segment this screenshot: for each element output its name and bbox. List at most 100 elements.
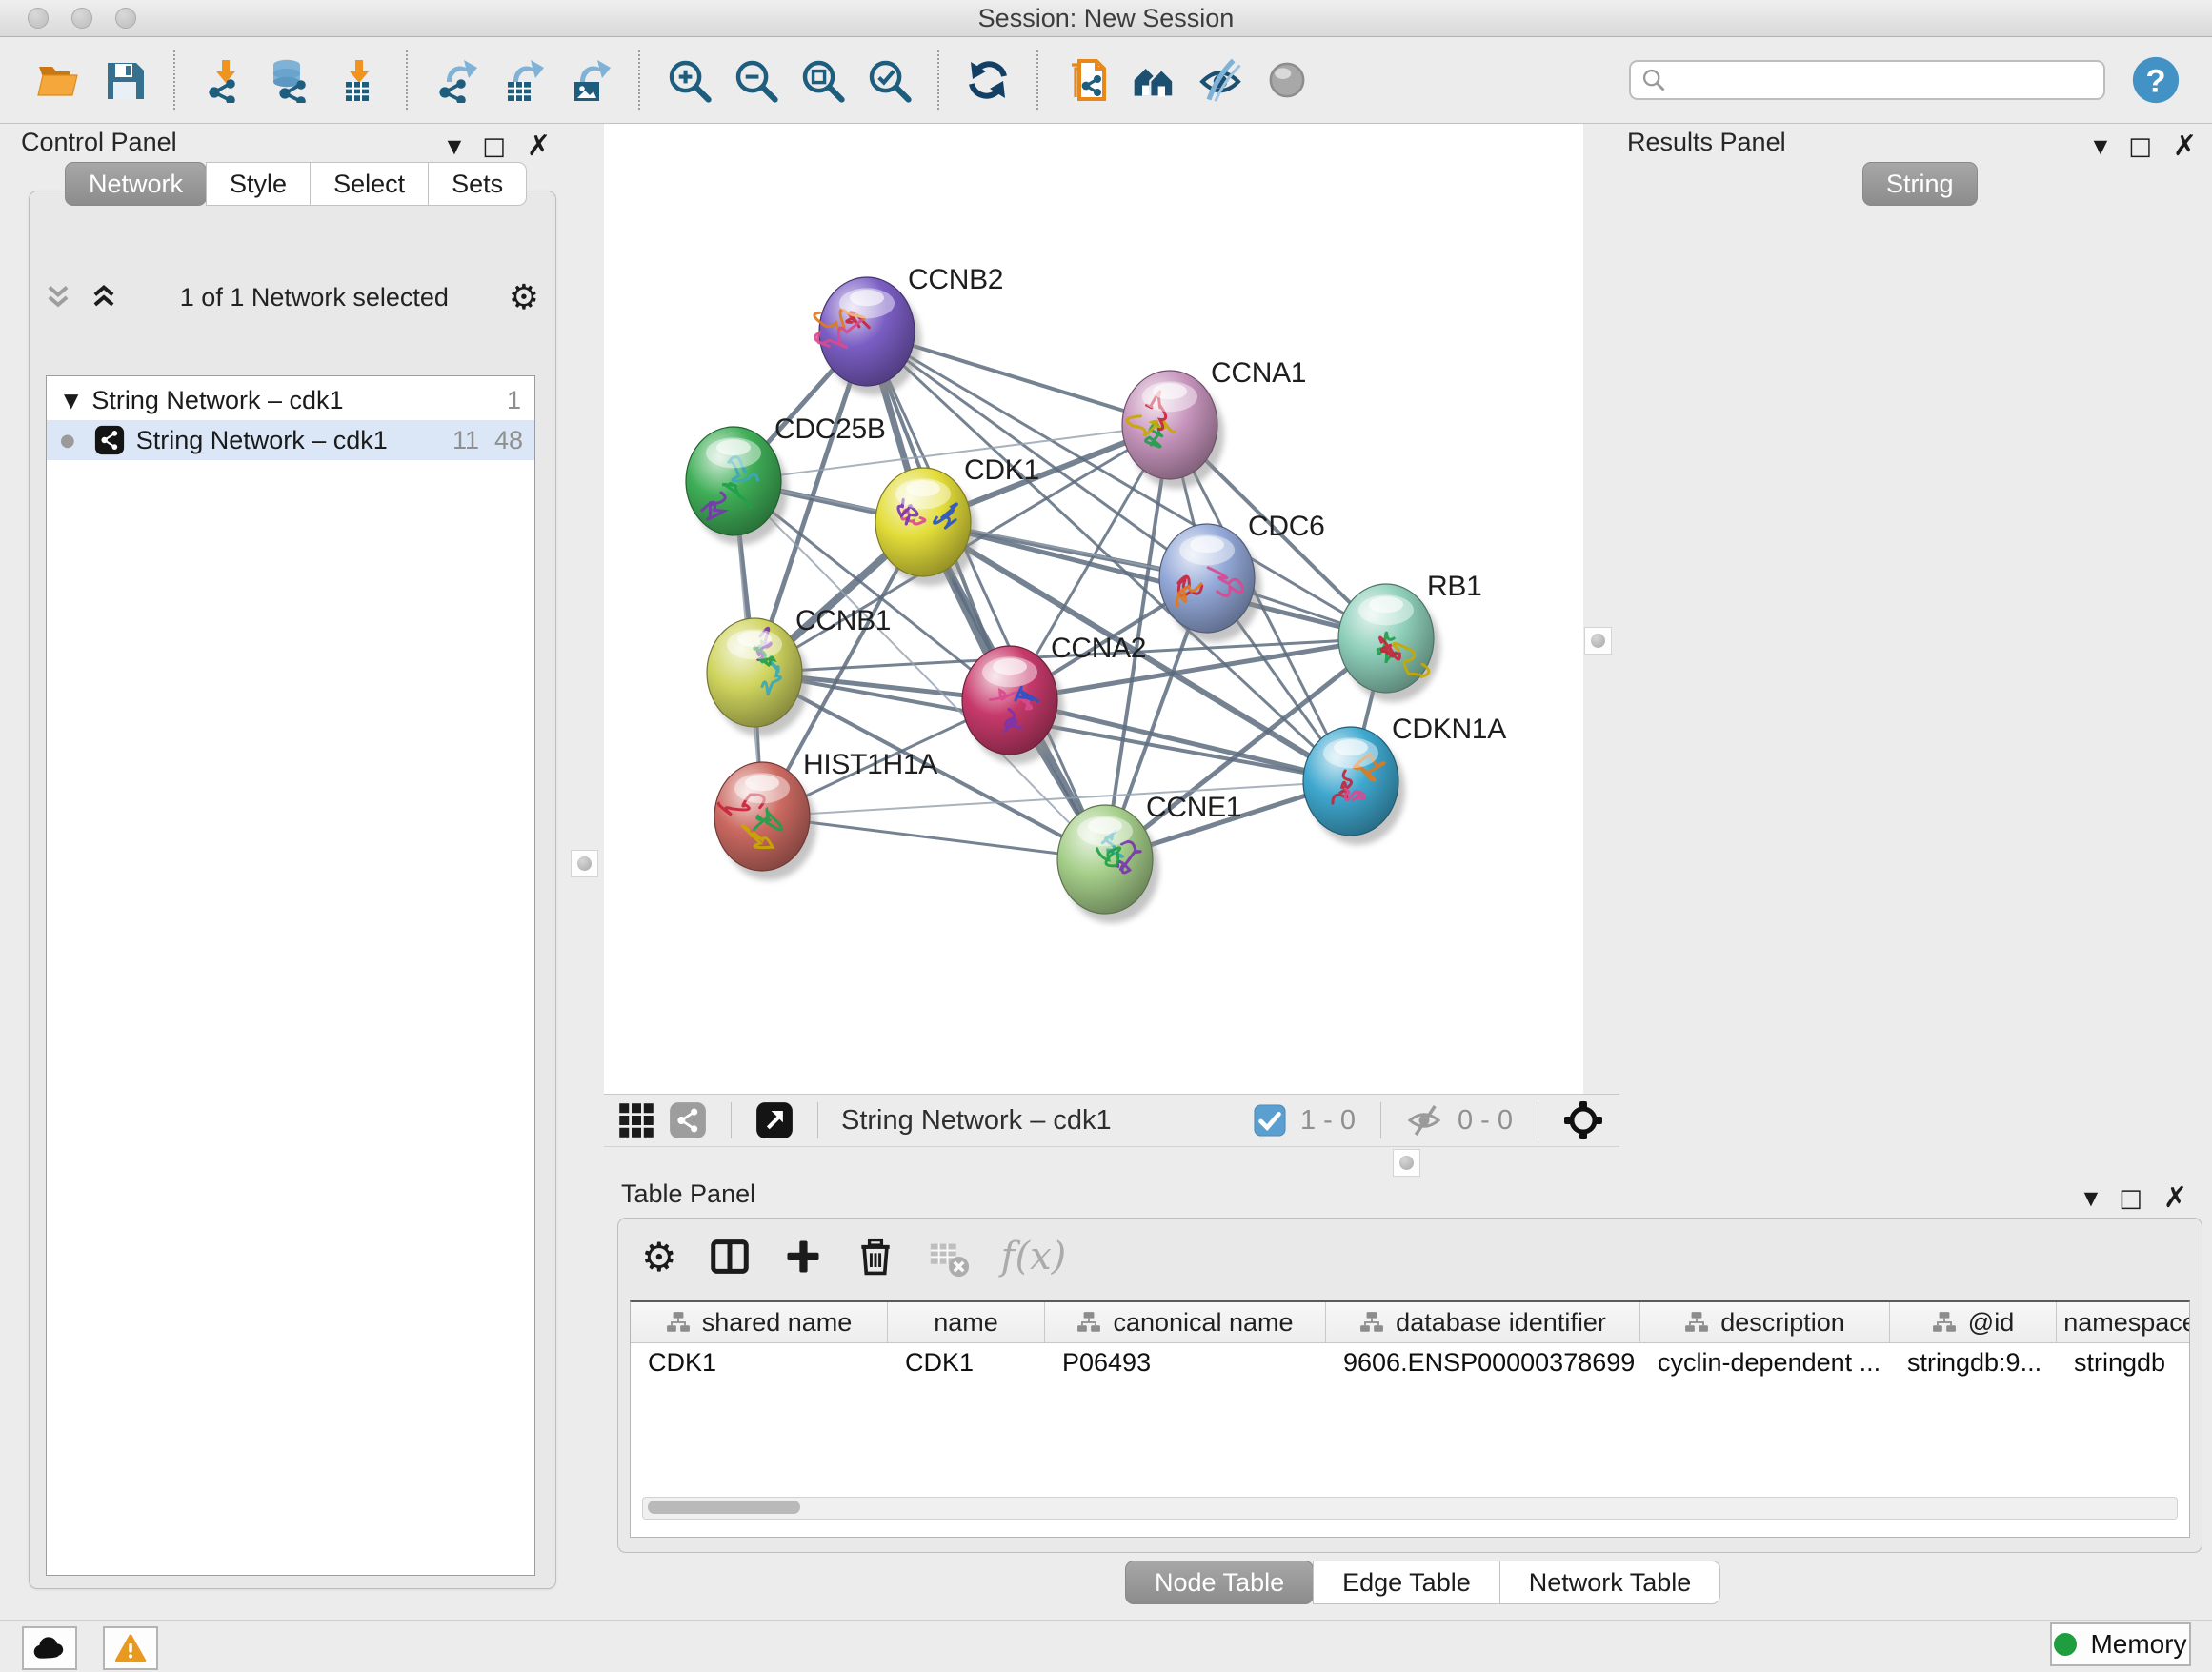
selected-checkbox-icon[interactable] <box>1254 1104 1286 1137</box>
table-panel-menu-icon[interactable]: ▼ <box>2084 1188 2099 1209</box>
export-table-button[interactable] <box>498 53 548 107</box>
tab-network-table[interactable]: Network Table <box>1499 1561 1721 1604</box>
control-panel: Control Panel ▼ □ ✗ NetworkStyleSelectSe… <box>10 124 564 1589</box>
refresh-icon <box>965 57 1011 103</box>
node-label-CDC25B: CDC25B <box>774 413 886 445</box>
node-RB1[interactable]: RB1 <box>1338 571 1481 702</box>
expand-all-icon[interactable] <box>88 281 120 313</box>
control-panel-float-icon[interactable]: □ <box>482 134 506 159</box>
network-collection-row[interactable]: ▼ String Network – cdk1 1 <box>47 380 534 420</box>
collapse-all-icon[interactable] <box>42 281 74 313</box>
hide-glass-pane-button[interactable] <box>1196 53 1245 107</box>
zoom-fit-button[interactable] <box>797 53 847 107</box>
tab-sets[interactable]: Sets <box>428 162 527 206</box>
table-cell[interactable]: stringdb <box>2057 1343 2190 1383</box>
help-button[interactable]: ? <box>2130 54 2182 106</box>
tab-network[interactable]: Network <box>65 162 207 206</box>
node-CDC6[interactable]: CDC6 <box>1159 511 1324 642</box>
column-header-database-identifier[interactable]: database identifier <box>1326 1302 1640 1342</box>
network-view-toolbar: String Network – cdk1 1 - 0 0 - 0 <box>604 1094 1619 1147</box>
string-home-button[interactable] <box>1129 53 1178 107</box>
import-network-from-file-button[interactable] <box>199 53 249 107</box>
export-image-button[interactable] <box>565 53 614 107</box>
zoom-in-button[interactable] <box>664 53 714 107</box>
tab-style[interactable]: Style <box>206 162 311 206</box>
network-row[interactable]: ● String Network – cdk1 11 48 <box>47 420 534 460</box>
right-splitter-toggle[interactable] <box>1584 627 1612 655</box>
show-columns-icon[interactable] <box>708 1235 752 1279</box>
node-CDKN1A[interactable]: CDKN1A <box>1303 714 1506 845</box>
current-network-bullet-icon: ● <box>60 431 75 451</box>
node-CDK1[interactable]: CDK1 <box>875 454 1039 586</box>
table-row[interactable]: CDK1CDK1P064939606.ENSP00000378699cyclin… <box>631 1343 2189 1383</box>
add-column-icon[interactable] <box>782 1236 824 1278</box>
node-CCNB1[interactable]: CCNB1 <box>707 605 891 736</box>
bottom-splitter-toggle[interactable] <box>1393 1149 1420 1177</box>
node-label-CDC6: CDC6 <box>1248 511 1324 542</box>
column-header-description[interactable]: description <box>1640 1302 1890 1342</box>
column-header-@id[interactable]: @id <box>1890 1302 2057 1342</box>
save-session-button[interactable] <box>100 53 150 107</box>
table-panel-title: Table Panel <box>621 1179 755 1209</box>
results-panel-float-icon[interactable]: □ <box>2128 134 2152 159</box>
zoom-out-button[interactable] <box>731 53 780 107</box>
toolbar-separator <box>406 50 408 110</box>
attribute-type-icon <box>1076 1310 1101 1335</box>
cloud-button[interactable] <box>22 1626 77 1670</box>
tab-node-table[interactable]: Node Table <box>1125 1561 1314 1604</box>
network-edge-count: 48 <box>494 426 523 455</box>
delete-column-icon[interactable] <box>855 1236 896 1278</box>
table-cell[interactable]: 9606.ENSP00000378699 <box>1326 1343 1640 1383</box>
column-label: description <box>1720 1308 1845 1338</box>
table-cell[interactable]: CDK1 <box>888 1343 1045 1383</box>
table-options-gear-icon[interactable]: ⚙ <box>641 1234 677 1280</box>
import-table-from-file-button[interactable] <box>332 53 382 107</box>
control-panel-menu-icon[interactable]: ▼ <box>448 136 462 157</box>
tab-edge-table[interactable]: Edge Table <box>1313 1561 1500 1604</box>
node-table[interactable]: shared namenamecanonical namedatabase id… <box>630 1300 2190 1538</box>
import-network-from-database-button[interactable] <box>266 53 315 107</box>
string-view-badge-icon[interactable] <box>669 1101 707 1139</box>
node-CCNE1[interactable]: CCNE1 <box>1057 792 1241 923</box>
memory-button[interactable]: Memory <box>2050 1622 2191 1666</box>
control-panel-close-icon[interactable]: ✗ <box>527 130 551 163</box>
table-panel-float-icon[interactable]: □ <box>2119 1186 2142 1211</box>
import-string-network-button[interactable] <box>1062 53 1112 107</box>
show-glass-pane-button[interactable] <box>1262 53 1312 107</box>
node-CDC25B[interactable]: CDC25B <box>686 413 886 545</box>
node-CCNB2[interactable]: CCNB2 <box>814 264 1003 395</box>
collection-expand-icon[interactable]: ▼ <box>64 389 78 412</box>
collection-label: String Network – cdk1 <box>91 386 343 415</box>
column-header-namespace[interactable]: namespace <box>2057 1302 2190 1342</box>
svg-text:?: ? <box>2145 64 2165 100</box>
network-options-gear-icon[interactable]: ⚙ <box>509 278 539 317</box>
left-splitter-toggle[interactable] <box>571 850 598 877</box>
table-hscrollbar[interactable] <box>642 1497 2178 1520</box>
export-network-button[interactable] <box>432 53 481 107</box>
results-panel-menu-icon[interactable]: ▼ <box>2094 136 2108 157</box>
table-panel-close-icon[interactable]: ✗ <box>2163 1181 2187 1215</box>
table-cell[interactable]: stringdb:9... <box>1890 1343 2057 1383</box>
column-header-shared-name[interactable]: shared name <box>631 1302 888 1342</box>
results-panel-close-icon[interactable]: ✗ <box>2173 130 2197 163</box>
network-canvas[interactable]: CCNB2CCNA1CDC25BCDK1CDC6RB1CCNB1CCNA2CDK… <box>604 124 1583 1094</box>
tab-string[interactable]: String <box>1862 162 1978 206</box>
column-header-name[interactable]: name <box>888 1302 1045 1342</box>
warnings-button[interactable] <box>103 1626 158 1670</box>
pan-crosshair-icon[interactable] <box>1562 1099 1604 1141</box>
table-cell[interactable]: CDK1 <box>631 1343 888 1383</box>
refresh-button[interactable] <box>963 53 1013 107</box>
birdseye-view-icon[interactable] <box>755 1101 794 1139</box>
zoom-in-icon <box>666 57 712 103</box>
column-label: namespace <box>2063 1308 2190 1338</box>
zoom-selected-button[interactable] <box>864 53 914 107</box>
search-input[interactable] <box>1675 63 2094 97</box>
tab-select[interactable]: Select <box>310 162 429 206</box>
table-cell[interactable]: P06493 <box>1045 1343 1326 1383</box>
column-header-canonical-name[interactable]: canonical name <box>1045 1302 1326 1342</box>
open-session-button[interactable] <box>33 53 83 107</box>
import-database-icon <box>268 57 313 103</box>
node-HIST1H1A[interactable]: HIST1H1A <box>714 749 937 880</box>
table-cell[interactable]: cyclin-dependent ... <box>1640 1343 1890 1383</box>
grid-view-icon[interactable] <box>617 1101 655 1139</box>
